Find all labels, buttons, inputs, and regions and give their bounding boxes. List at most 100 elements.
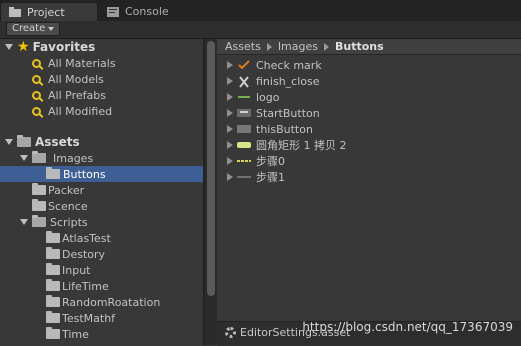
asset-item-label: StartButton [256, 106, 320, 120]
folder-icon [46, 231, 60, 243]
dropdown-arrow-icon [48, 27, 55, 31]
tree-item-script[interactable]: Input [0, 262, 203, 278]
favorite-item-label: All Modified [48, 104, 113, 118]
console-icon [107, 6, 119, 17]
favorite-item[interactable]: All Modified [0, 103, 203, 119]
expand-arrow-icon[interactable] [227, 125, 233, 133]
toolbar: Create [0, 21, 521, 39]
folder-icon [46, 279, 60, 291]
asset-item[interactable]: finish_close [217, 73, 521, 89]
folder-icon [46, 263, 60, 275]
close-icon [237, 76, 251, 88]
search-icon [32, 106, 41, 116]
assets-header[interactable]: Assets [0, 134, 203, 150]
expand-arrow-icon[interactable] [227, 141, 233, 149]
tree-item-script[interactable]: Destory [0, 246, 203, 262]
expand-arrow-icon[interactable] [20, 155, 28, 161]
tree-item-images[interactable]: Images [0, 150, 203, 166]
create-button-label: Create [12, 23, 46, 34]
tree-item-scence[interactable]: Scence [0, 198, 203, 214]
asset-item[interactable]: Check mark [217, 57, 521, 73]
breadcrumb-current[interactable]: Buttons [335, 40, 384, 53]
tree-item-script[interactable]: RandomRoatation [0, 294, 203, 310]
folder-icon [32, 151, 46, 163]
checkmark-icon [237, 60, 251, 70]
tree-item-label: TestMathf [62, 311, 116, 325]
tree-item-label: LifeTime [62, 279, 109, 293]
sprite-icon [237, 156, 251, 166]
folder-icon [17, 135, 31, 147]
asset-item-label: finish_close [256, 74, 320, 88]
project-tree: ★ Favorites All Materials All Models All… [0, 39, 203, 345]
favorites-header[interactable]: ★ Favorites [0, 39, 203, 55]
tab-project-label: Project [27, 5, 65, 19]
favorite-item[interactable]: All Prefabs [0, 87, 203, 103]
star-icon: ★ [17, 39, 30, 55]
tree-item-label: Time [62, 327, 89, 341]
breadcrumb-separator-icon [266, 42, 272, 51]
asset-item[interactable]: 圆角矩形 1 拷贝 2 [217, 137, 521, 153]
create-button[interactable]: Create [6, 22, 61, 36]
asset-item[interactable]: thisButton [217, 121, 521, 137]
expand-arrow-icon[interactable] [227, 157, 233, 165]
tab-console-label: Console [125, 5, 169, 18]
folder-icon [46, 167, 60, 179]
tree-item-script[interactable]: TestMathf [0, 310, 203, 326]
breadcrumb-item[interactable]: Assets [225, 40, 261, 53]
folder-icon [32, 215, 46, 227]
asset-item-label: 步骤1 [256, 171, 285, 184]
asset-item[interactable]: StartButton [217, 105, 521, 121]
expand-arrow-icon[interactable] [227, 173, 233, 181]
favorite-item[interactable]: All Materials [0, 55, 203, 71]
favorites-label: Favorites [32, 40, 96, 54]
breadcrumb: Assets Images Buttons [217, 39, 521, 55]
expand-arrow-icon[interactable] [5, 139, 13, 145]
asset-item-label: thisButton [256, 122, 313, 136]
asset-item-label: logo [256, 90, 280, 104]
breadcrumb-item[interactable]: Images [278, 40, 318, 53]
tree-item-script[interactable]: LifeTime [0, 278, 203, 294]
tree-item-label: Buttons [63, 167, 106, 181]
tree-item-script[interactable]: AtlasTest [0, 230, 203, 246]
tree-item-buttons[interactable]: Buttons [0, 166, 203, 182]
expand-arrow-icon[interactable] [227, 93, 233, 101]
folder-icon [46, 295, 60, 307]
tree-scrollbar[interactable] [205, 39, 217, 345]
sprite-icon [237, 124, 251, 134]
tree-item-label: Input [62, 263, 91, 277]
favorite-item-label: All Models [48, 72, 104, 86]
assets-label: Assets [35, 135, 80, 149]
search-icon [32, 74, 41, 84]
tree-item-script[interactable]: Time [0, 326, 203, 342]
tree-item-packer[interactable]: Packer [0, 182, 203, 198]
asset-list-panel: Assets Images Buttons Check mark finish_… [217, 39, 521, 345]
asset-item-label: Check mark [256, 58, 322, 72]
status-footer: EditorSettings.asset https://blog.csdn.n… [217, 320, 521, 346]
tree-item-scripts[interactable]: Scripts [0, 214, 203, 230]
asset-item[interactable]: 步骤0 [217, 153, 521, 169]
asset-item-label: 圆角矩形 1 拷贝 2 [256, 139, 347, 152]
tree-item-label: Scripts [50, 215, 88, 229]
expand-arrow-icon[interactable] [20, 219, 28, 225]
scrollbar-thumb[interactable] [207, 41, 215, 296]
logo-icon [237, 92, 251, 102]
search-icon [32, 58, 41, 68]
gear-icon [225, 327, 236, 338]
asset-item-label: 步骤0 [256, 155, 285, 168]
expand-arrow-icon[interactable] [227, 61, 233, 69]
tree-item-label: RandomRoatation [62, 295, 161, 309]
expand-arrow-icon[interactable] [227, 109, 233, 117]
asset-item[interactable]: 步骤1 [217, 169, 521, 185]
tab-bar: Project Console [0, 0, 521, 21]
folder-icon [46, 311, 60, 323]
sprite-icon [237, 140, 251, 150]
favorite-item-label: All Materials [48, 56, 116, 70]
tab-console[interactable]: Console [99, 2, 219, 21]
favorite-item[interactable]: All Models [0, 71, 203, 87]
asset-item[interactable]: logo [217, 89, 521, 105]
tab-project[interactable]: Project [0, 2, 98, 21]
expand-arrow-icon[interactable] [5, 44, 13, 50]
sprite-icon [237, 172, 251, 182]
watermark: https://blog.csdn.net/qq_17367039 [302, 320, 513, 334]
expand-arrow-icon[interactable] [227, 77, 233, 85]
